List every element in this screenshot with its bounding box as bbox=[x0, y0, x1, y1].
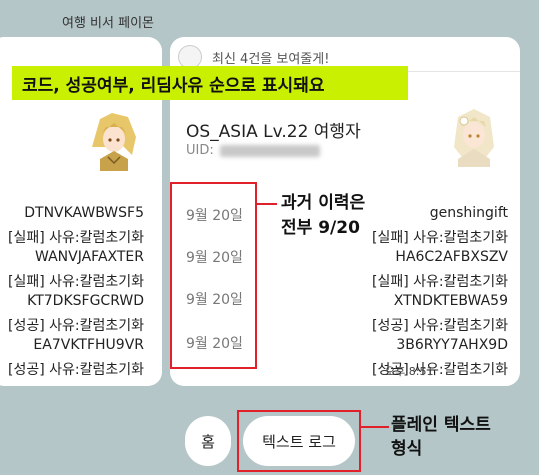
uid-row: UID: bbox=[186, 143, 320, 158]
profile-title: OS_ASIA Lv.22 여행자 bbox=[186, 122, 361, 142]
character-avatar-main bbox=[454, 109, 494, 167]
redeem-code: XTNDKTEBWA59 bbox=[393, 293, 508, 309]
redeem-code: genshingift bbox=[429, 205, 508, 221]
redeem-code: 3B6RYY7AHX9D bbox=[396, 337, 508, 353]
redeem-status: [성공] 사유:칼럼초기화 bbox=[371, 318, 508, 334]
message-time: 오후 8:51 bbox=[385, 365, 434, 378]
redeem-status: [실패] 사유:칼럼초기화 bbox=[371, 230, 508, 246]
history-annotation-line2: 전부 9/20 bbox=[281, 218, 360, 238]
redeem-code: KT7DKSFGCRWD bbox=[27, 293, 144, 309]
dates-highlight-box bbox=[170, 182, 257, 369]
redeem-status: [성공] 사유:칼럼초기화 bbox=[7, 362, 144, 378]
plain-annotation-line1: 플레인 텍스트 bbox=[391, 415, 491, 435]
redeem-status: [실패] 사유:칼럼초기화 bbox=[7, 274, 144, 290]
text-log-highlight-box bbox=[237, 410, 361, 472]
uid-redacted bbox=[219, 144, 320, 157]
uid-label: UID: bbox=[186, 143, 214, 158]
redeem-status: [실패] 사유:칼럼초기화 bbox=[7, 230, 144, 246]
plain-annotation-line2: 형식 bbox=[391, 439, 423, 459]
redeem-code: EA7VKTFHU9VR bbox=[33, 337, 144, 353]
redeem-code: DTNVKAWBWSF5 bbox=[24, 205, 144, 221]
annotation-connector bbox=[361, 426, 389, 428]
redeem-code: HA6C2AFBXSZV bbox=[395, 249, 508, 265]
redeem-status: [성공] 사유:칼럼초기화 bbox=[7, 318, 144, 334]
card-header-text: 최신 4건을 보여줄게! bbox=[212, 51, 330, 67]
redeem-status: [실패] 사유:칼럼초기화 bbox=[371, 274, 508, 290]
redeem-code: WANVJAFAXTER bbox=[35, 249, 144, 265]
format-annotation-banner: 코드, 성공여부, 리딤사유 순으로 표시돼요 bbox=[12, 66, 408, 100]
sender-name: 여행 비서 페이몬 bbox=[62, 16, 154, 31]
annotation-connector bbox=[257, 203, 277, 205]
history-annotation-line1: 과거 이력은 bbox=[281, 193, 366, 213]
character-avatar-left bbox=[92, 113, 136, 171]
home-button[interactable]: 홈 bbox=[185, 416, 231, 466]
